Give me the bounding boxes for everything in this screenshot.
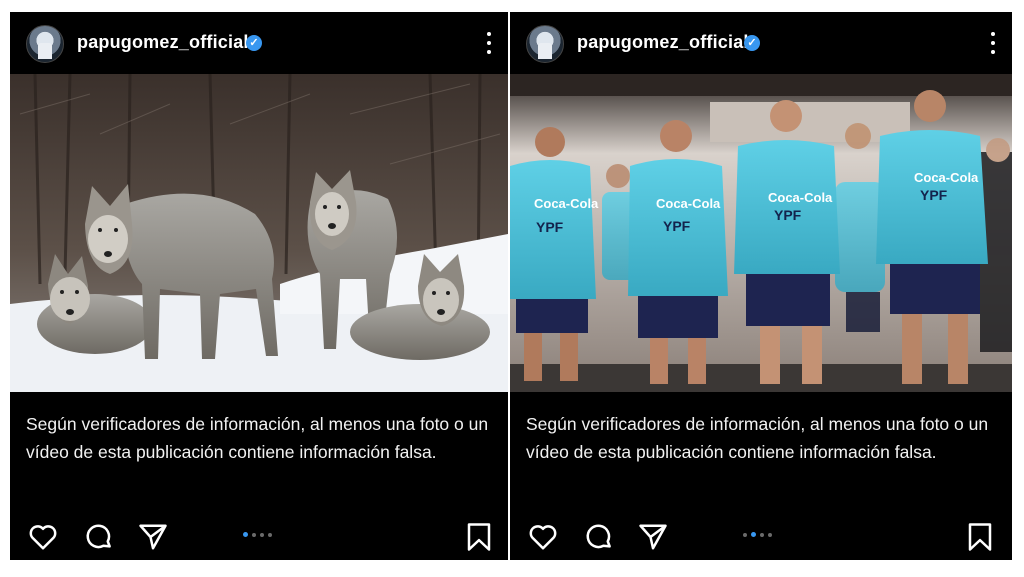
carousel-indicator (743, 532, 772, 537)
more-options-icon[interactable] (990, 32, 996, 54)
svg-text:Coca-Cola: Coca-Cola (914, 170, 979, 185)
svg-text:Coca-Cola: Coca-Cola (656, 196, 721, 211)
share-icon[interactable] (138, 523, 168, 551)
svg-text:Coca-Cola: Coca-Cola (534, 196, 599, 211)
post-actions (10, 517, 508, 557)
more-options-icon[interactable] (486, 32, 492, 54)
wolves-image (10, 74, 508, 392)
share-icon[interactable] (638, 523, 668, 551)
heart-icon[interactable] (28, 523, 58, 551)
heart-icon[interactable] (528, 523, 558, 551)
comment-icon[interactable] (84, 522, 114, 552)
post-header: papugomez_official ✓ (10, 12, 508, 74)
fact-check-warning: Según verificadores de información, al m… (526, 414, 989, 462)
username[interactable]: papugomez_official (577, 32, 749, 53)
players-image: Coca-Cola YPF Coca-Cola YPF Coca-Cola YP… (510, 74, 1012, 392)
post-actions (510, 517, 1012, 557)
username[interactable]: papugomez_official (77, 32, 249, 53)
comment-icon[interactable] (584, 522, 614, 552)
svg-text:YPF: YPF (663, 218, 691, 234)
verified-badge-icon: ✓ (744, 35, 760, 51)
svg-text:YPF: YPF (774, 207, 802, 223)
profile-avatar[interactable] (26, 25, 64, 63)
post-header: papugomez_official ✓ (510, 12, 1012, 74)
verified-badge-icon: ✓ (246, 35, 262, 51)
svg-text:YPF: YPF (920, 187, 948, 203)
bookmark-icon[interactable] (967, 522, 993, 552)
carousel-indicator (243, 532, 272, 537)
svg-text:Coca-Cola: Coca-Cola (768, 190, 833, 205)
post-image-wolves[interactable] (10, 74, 508, 392)
fact-check-warning: Según verificadores de información, al m… (26, 414, 489, 462)
svg-text:YPF: YPF (536, 219, 564, 235)
instagram-post-1: papugomez_official ✓ Según verificadores… (10, 12, 508, 560)
post-image-players[interactable]: Coca-Cola YPF Coca-Cola YPF Coca-Cola YP… (510, 74, 1012, 392)
instagram-post-2: papugomez_official ✓ Coca-Cola YPF Coca-… (510, 12, 1012, 560)
profile-avatar[interactable] (526, 25, 564, 63)
bookmark-icon[interactable] (466, 522, 492, 552)
